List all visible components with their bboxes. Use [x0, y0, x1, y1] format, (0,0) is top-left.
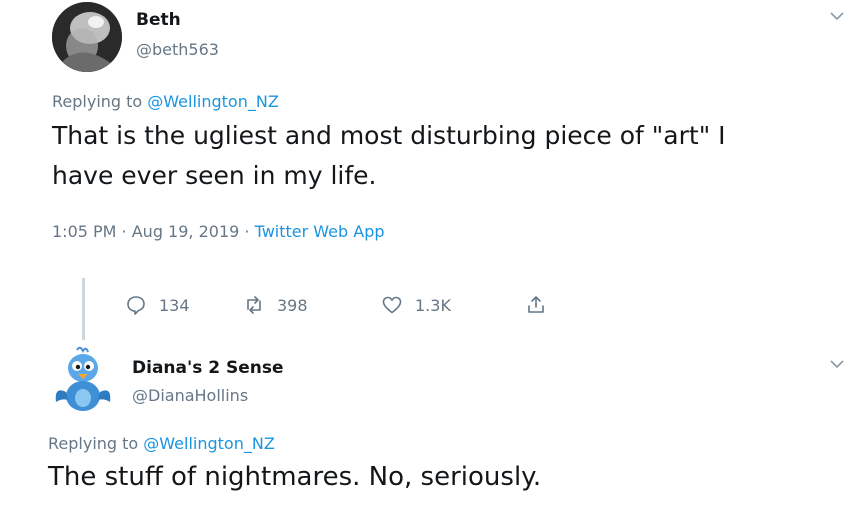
retweet-button[interactable]: 398 [243, 294, 381, 316]
reply-button[interactable]: 134 [125, 294, 243, 316]
thread-line [82, 278, 85, 340]
timestamp[interactable]: 1:05 PM · Aug 19, 2019 · [52, 222, 255, 241]
share-icon [525, 294, 547, 316]
author-name[interactable]: Beth [136, 10, 181, 30]
retweet-icon [243, 294, 265, 316]
reply-count: 134 [159, 295, 190, 315]
replying-prefix-2: Replying to [48, 434, 144, 453]
replying-to-link[interactable]: @Wellington_NZ [147, 92, 279, 111]
replying-to: Replying to @Wellington_NZ [52, 92, 279, 111]
tweet-meta: 1:05 PM · Aug 19, 2019 · Twitter Web App [52, 222, 385, 241]
share-button[interactable] [525, 294, 547, 316]
replying-to-link-2[interactable]: @Wellington_NZ [143, 434, 275, 453]
author-handle[interactable]: @beth563 [136, 40, 219, 59]
like-button[interactable]: 1.3K [381, 294, 525, 316]
tweet-text-line-2: have ever seen in my life. [52, 161, 377, 190]
heart-icon [381, 294, 403, 316]
retweet-count: 398 [277, 295, 308, 315]
replying-to-2: Replying to @Wellington_NZ [48, 434, 275, 453]
source-app-link[interactable]: Twitter Web App [255, 222, 385, 241]
avatar-diana[interactable] [52, 346, 114, 416]
avatar-beth[interactable] [52, 2, 122, 72]
action-bar: 134 398 1.3K [125, 290, 547, 320]
author-name-2[interactable]: Diana's 2 Sense [132, 358, 284, 378]
reply-icon [125, 294, 147, 316]
like-count: 1.3K [415, 295, 451, 315]
tweet-text: That is the ugliest and most disturbing … [52, 116, 726, 196]
chevron-down-icon[interactable] [829, 358, 845, 374]
chevron-down-icon[interactable] [829, 10, 845, 26]
tweet-text-2: The stuff of nightmares. No, seriously. [48, 462, 542, 492]
replying-prefix: Replying to [52, 92, 148, 111]
tweet-text-line-1: That is the ugliest and most disturbing … [52, 121, 726, 150]
author-handle-2[interactable]: @DianaHollins [132, 386, 248, 405]
